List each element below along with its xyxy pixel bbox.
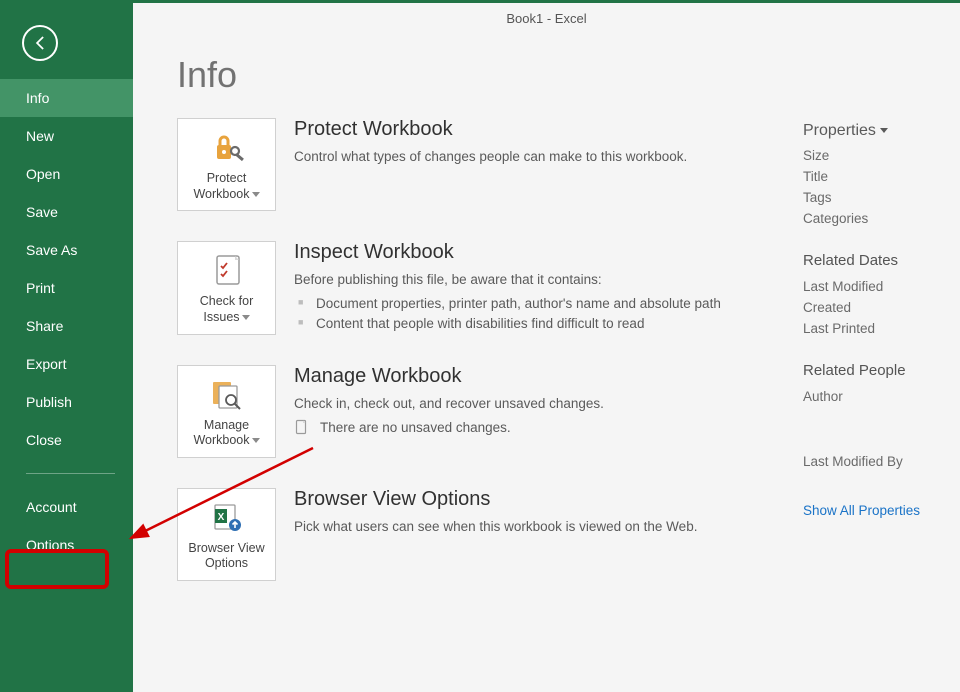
sidebar-item-publish[interactable]: Publish	[0, 383, 133, 421]
prop-created: Created	[803, 300, 953, 315]
browser-view-options-tile-label: Browser View Options	[182, 541, 271, 572]
sidebar-item-new[interactable]: New	[0, 117, 133, 155]
document-icon	[294, 419, 310, 435]
prop-last-modified-by: Last Modified By	[803, 454, 953, 469]
prop-title: Title	[803, 169, 953, 184]
browser-view-options-title: Browser View Options	[294, 488, 797, 511]
lock-key-icon	[207, 129, 247, 165]
browser-view-options-desc: Pick what users can see when this workbo…	[294, 517, 797, 537]
excel-upload-icon: X	[207, 499, 247, 535]
sidebar-item-close[interactable]: Close	[0, 421, 133, 459]
related-people-heading: Related People	[803, 362, 953, 379]
sidebar-item-save-as[interactable]: Save As	[0, 231, 133, 269]
protect-workbook-tile-label: Protect Workbook	[182, 171, 271, 202]
manage-workbook-tile-label: Manage Workbook	[182, 418, 271, 449]
section-browser-view-options: X Browser View Options Browser View Opti…	[177, 488, 797, 581]
inspect-workbook-title: Inspect Workbook	[294, 241, 797, 264]
prop-last-modified: Last Modified	[803, 279, 953, 294]
backstage-sidebar: Info New Open Save Save As Print Share E…	[0, 3, 133, 692]
sidebar-item-open[interactable]: Open	[0, 155, 133, 193]
prop-size: Size	[803, 148, 953, 163]
inspect-workbook-list: Document properties, printer path, autho…	[294, 294, 797, 335]
prop-last-printed: Last Printed	[803, 321, 953, 336]
related-dates-heading: Related Dates	[803, 252, 953, 269]
protect-workbook-tile[interactable]: Protect Workbook	[177, 118, 276, 211]
sidebar-item-export[interactable]: Export	[0, 345, 133, 383]
checklist-icon	[207, 252, 247, 288]
sidebar-item-print[interactable]: Print	[0, 269, 133, 307]
sidebar-item-share[interactable]: Share	[0, 307, 133, 345]
manage-workbook-tile[interactable]: Manage Workbook	[177, 365, 276, 458]
browser-view-options-tile[interactable]: X Browser View Options	[177, 488, 276, 581]
sidebar-item-info[interactable]: Info	[0, 79, 133, 117]
prop-tags: Tags	[803, 190, 953, 205]
check-for-issues-tile[interactable]: Check for Issues	[177, 241, 276, 334]
back-button[interactable]	[22, 25, 58, 61]
prop-categories: Categories	[803, 211, 953, 226]
properties-panel: Properties Size Title Tags Categories Re…	[803, 118, 953, 611]
sidebar-item-options[interactable]: Options	[0, 526, 133, 564]
manage-workbook-title: Manage Workbook	[294, 365, 797, 388]
protect-workbook-title: Protect Workbook	[294, 118, 797, 141]
section-manage-workbook: Manage Workbook Manage Workbook Check in…	[177, 365, 797, 458]
sidebar-divider	[26, 473, 115, 474]
manage-workbook-desc: Check in, check out, and recover unsaved…	[294, 394, 797, 414]
sidebar-nav: Info New Open Save Save As Print Share E…	[0, 79, 133, 564]
manage-workbook-icon	[207, 376, 247, 412]
list-item: Document properties, printer path, autho…	[294, 294, 797, 314]
protect-workbook-desc: Control what types of changes people can…	[294, 147, 797, 167]
backstage-main: Book1 - Excel Info	[133, 3, 960, 692]
back-arrow-icon	[30, 33, 50, 53]
list-item: Content that people with disabilities fi…	[294, 314, 797, 334]
no-unsaved-changes: There are no unsaved changes.	[294, 419, 797, 435]
section-protect-workbook: Protect Workbook Protect Workbook Contro…	[177, 118, 797, 211]
check-for-issues-tile-label: Check for Issues	[182, 294, 271, 325]
inspect-workbook-desc: Before publishing this file, be aware th…	[294, 270, 797, 290]
sidebar-item-account[interactable]: Account	[0, 488, 133, 526]
svg-text:X: X	[217, 512, 224, 523]
show-all-properties-link[interactable]: Show All Properties	[803, 503, 953, 518]
page-title: Info	[177, 54, 960, 96]
prop-author: Author	[803, 389, 953, 404]
window-title: Book1 - Excel	[133, 3, 960, 26]
section-inspect-workbook: Check for Issues Inspect Workbook Before…	[177, 241, 797, 334]
sidebar-item-save[interactable]: Save	[0, 193, 133, 231]
properties-heading[interactable]: Properties	[803, 122, 953, 140]
